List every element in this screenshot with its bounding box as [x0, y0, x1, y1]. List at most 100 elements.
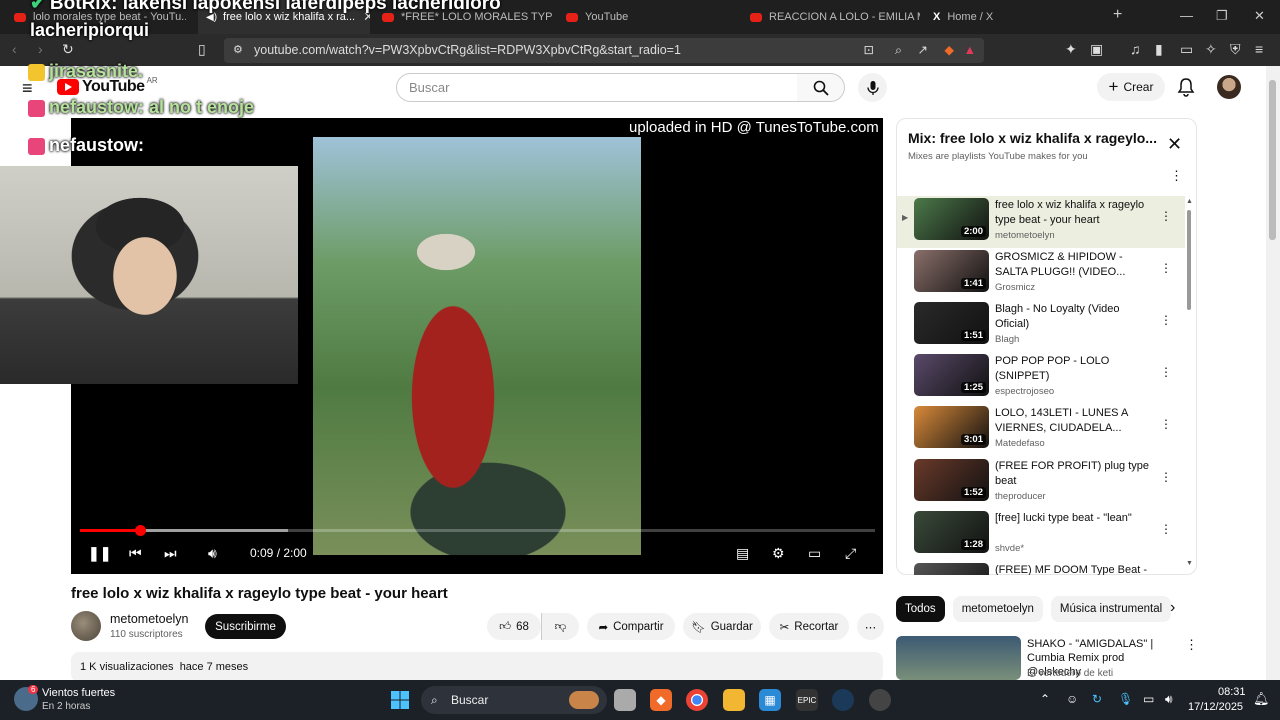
playlist-title[interactable]: Mix: free lolo x wiz khalifa x rageylo..…: [908, 130, 1158, 146]
share-button[interactable]: ➦ Compartir: [587, 613, 675, 640]
network-icon[interactable]: ▭: [1143, 692, 1154, 706]
address-bar[interactable]: ⚙ youtube.com/watch?v=PW3XpbvCtRg&list=R…: [224, 38, 984, 63]
item-more-icon[interactable]: ⋮: [1160, 261, 1172, 275]
weather-icon[interactable]: 6: [14, 685, 39, 711]
obs-icon[interactable]: [869, 689, 891, 711]
description-box[interactable]: 1 K visualizaciones hace 7 meses: [71, 652, 883, 682]
zoom-icon[interactable]: ⌕: [895, 38, 902, 63]
reload-icon[interactable]: ↻: [62, 41, 74, 58]
brave-rewards-icon[interactable]: ▲: [964, 38, 976, 63]
chevron-right-icon[interactable]: ›: [1170, 599, 1175, 617]
maximize-icon[interactable]: ❐: [1216, 8, 1228, 24]
pause-button[interactable]: ❚❚: [88, 545, 111, 562]
playlist-item[interactable]: 3:01 LOLO, 143LETI - LUNES A VIERNES, CIU…: [897, 404, 1185, 456]
tab-5[interactable]: REACCION A LOLO - EMILIA ME...: [750, 0, 920, 34]
notification-center-icon[interactable]: 🔔︎: [1253, 691, 1270, 707]
close-playlist-icon[interactable]: ✕: [1167, 134, 1182, 155]
like-button[interactable]: 👍︎ 68: [487, 613, 541, 640]
more-actions-button[interactable]: ⋯: [857, 613, 884, 640]
volume-tray-icon[interactable]: 🔊︎: [1165, 692, 1173, 707]
next-button[interactable]: ⏭: [164, 545, 177, 562]
new-tab-icon[interactable]: +: [1113, 6, 1122, 24]
playlist-item[interactable]: ▶ 2:00 free lolo x wiz khalifa x rageylo t…: [897, 196, 1185, 248]
reader-icon[interactable]: ▣: [1090, 41, 1103, 58]
channel-name[interactable]: metometoelyn: [110, 612, 189, 626]
site-info-icon[interactable]: ⚙: [233, 38, 243, 63]
brave-taskbar-icon[interactable]: ◆: [650, 689, 672, 711]
sidebar-icon[interactable]: ▮: [1155, 41, 1163, 58]
chip-channel[interactable]: metometoelyn: [952, 596, 1043, 622]
tab-4[interactable]: YouTube: [566, 0, 736, 34]
playlist-item[interactable]: 1:51 Blagh - No Loyalty (Video Oficial) Bl…: [897, 300, 1185, 352]
playlist-more-icon[interactable]: ⋮: [1170, 168, 1183, 184]
item-more-icon[interactable]: ⋮: [1160, 209, 1172, 223]
item-more-icon[interactable]: ⋮: [1160, 313, 1172, 327]
scroll-up-icon[interactable]: ▲: [1186, 198, 1193, 205]
create-button[interactable]: + Crear: [1097, 73, 1165, 101]
playlist-item[interactable]: 1:52 (FREE FOR PROFIT) plug type beat thep…: [897, 457, 1185, 509]
playlist-scrollbar[interactable]: ▲ ▼: [1186, 198, 1193, 568]
recommended-more-icon[interactable]: ⋮: [1185, 637, 1198, 653]
brave-shields-icon[interactable]: ◆: [944, 38, 954, 63]
close-window-icon[interactable]: ✕: [1254, 8, 1265, 24]
install-app-icon[interactable]: ⊡: [864, 38, 874, 63]
playlist-item[interactable]: 1:25 POP POP POP - LOLO (SNIPPET) espectro…: [897, 352, 1185, 404]
taskbar-search[interactable]: ⌕ Buscar: [421, 686, 607, 714]
clip-button[interactable]: ✂ Recortar: [769, 613, 849, 640]
extensions-icon[interactable]: ✦: [1065, 41, 1077, 58]
scroll-thumb[interactable]: [1187, 210, 1191, 310]
steam-icon[interactable]: [832, 689, 854, 711]
tab-6[interactable]: X Home / X: [933, 0, 1103, 34]
start-button[interactable]: [389, 689, 411, 711]
chip-instrumental[interactable]: Música instrumental: [1050, 596, 1172, 622]
clock-time[interactable]: 08:31: [1218, 686, 1246, 698]
previous-button[interactable]: ⏮: [129, 545, 142, 562]
vpn-icon[interactable]: ⛨: [1230, 41, 1241, 58]
wallet-icon[interactable]: ▭: [1180, 41, 1193, 58]
chrome-taskbar-icon[interactable]: [686, 689, 708, 711]
subscribe-button[interactable]: Suscribirme: [205, 614, 286, 639]
settings-button[interactable]: ⚙: [772, 545, 785, 562]
subtitles-button[interactable]: ▤: [736, 545, 749, 562]
playlist-item[interactable]: 1:41 GROSMICZ & HIPIDOW - SALTA PLUGG!! (…: [897, 248, 1185, 300]
clock-date[interactable]: 17/12/2025: [1188, 701, 1243, 713]
file-explorer-icon[interactable]: [723, 689, 745, 711]
item-more-icon[interactable]: ⋮: [1160, 522, 1172, 536]
bookmark-icon[interactable]: ▯: [198, 41, 206, 58]
page-scrollbar[interactable]: [1266, 66, 1280, 680]
store-icon[interactable]: ▦: [759, 689, 781, 711]
epic-games-icon[interactable]: EPIC: [796, 689, 818, 711]
minimize-icon[interactable]: —: [1180, 8, 1193, 23]
progress-scrubber[interactable]: [134, 525, 146, 536]
leo-icon[interactable]: ✧: [1205, 41, 1217, 58]
item-more-icon[interactable]: ⋮: [1160, 417, 1172, 431]
playlist-item[interactable]: (FREE) MF DOOM Type Beat -: [897, 561, 1185, 575]
tray-expand-icon[interactable]: ⌃: [1040, 692, 1050, 706]
notifications-button[interactable]: [1177, 77, 1195, 102]
discord-tray-icon[interactable]: ☺: [1066, 692, 1078, 706]
item-more-icon[interactable]: ⋮: [1160, 470, 1172, 484]
dislike-button[interactable]: 👎︎: [541, 613, 579, 640]
search-button[interactable]: [797, 73, 845, 102]
forward-icon[interactable]: ›: [38, 41, 43, 57]
playlist-item[interactable]: 1:28 [free] lucki type beat - "lean" shvde…: [897, 509, 1185, 561]
scroll-down-icon[interactable]: ▼: [1186, 560, 1193, 567]
save-button[interactable]: 🔖︎ Guardar: [683, 613, 761, 640]
channel-avatar[interactable]: [71, 611, 101, 641]
theater-mode-button[interactable]: ▭: [808, 545, 821, 562]
item-more-icon[interactable]: ⋮: [1160, 365, 1172, 379]
recommended-thumbnail[interactable]: [896, 636, 1021, 680]
menu-icon[interactable]: ≡: [1255, 41, 1263, 57]
sync-tray-icon[interactable]: ↻: [1092, 692, 1102, 706]
mute-button[interactable]: 🔊︎: [208, 545, 217, 562]
page-scroll-thumb[interactable]: [1269, 80, 1276, 240]
voice-search-button[interactable]: [858, 73, 887, 102]
fullscreen-button[interactable]: ⤢: [845, 545, 856, 562]
back-icon[interactable]: ‹: [12, 41, 17, 57]
share-icon[interactable]: ↗: [918, 38, 928, 63]
task-view-icon[interactable]: [614, 689, 636, 711]
search-input[interactable]: Buscar: [396, 73, 798, 102]
media-icon[interactable]: ♫: [1130, 41, 1141, 57]
mic-tray-icon[interactable]: 🎙︎: [1118, 692, 1133, 706]
account-avatar[interactable]: [1217, 75, 1241, 99]
